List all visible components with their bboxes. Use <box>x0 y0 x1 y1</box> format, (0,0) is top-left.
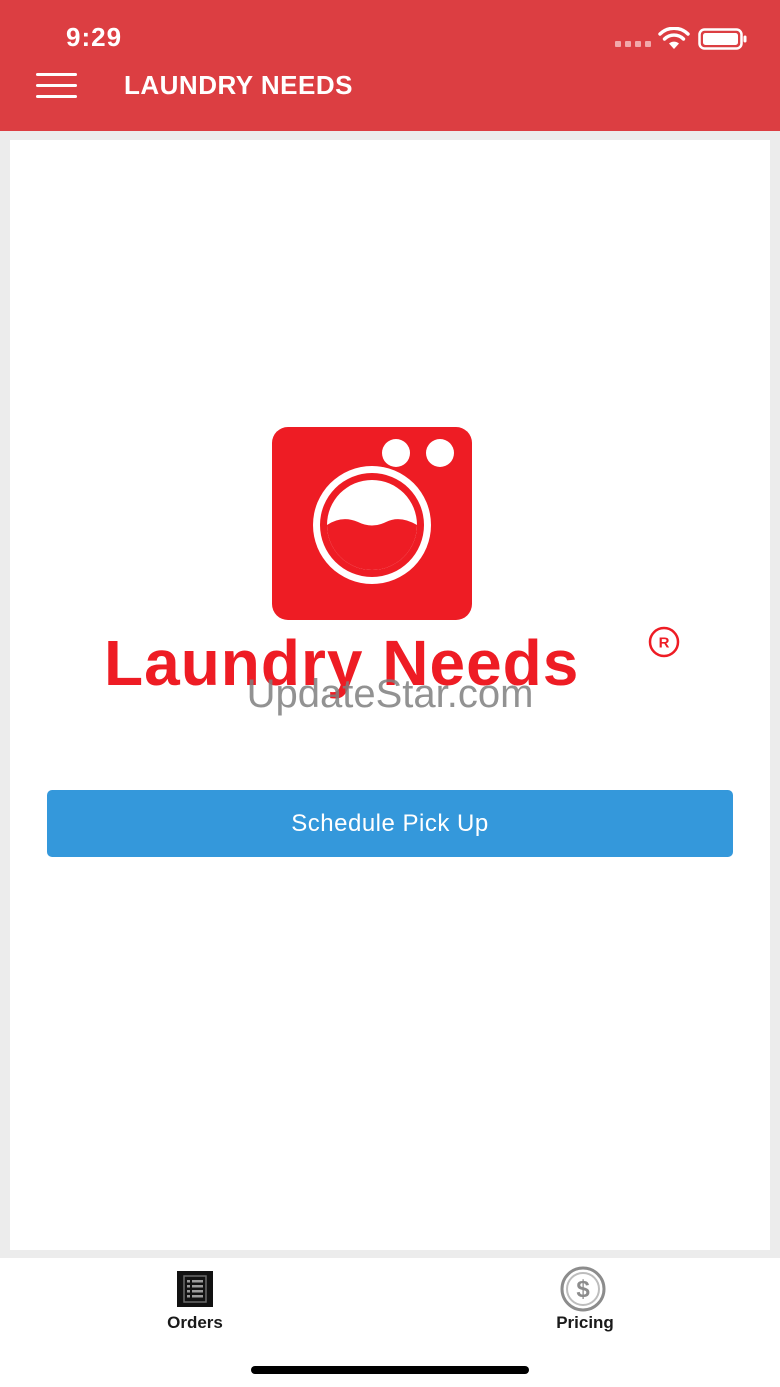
home-indicator[interactable] <box>251 1366 529 1374</box>
registered-trademark-icon: R <box>648 626 680 658</box>
hamburger-menu-icon[interactable] <box>36 70 78 100</box>
svg-text:$: $ <box>576 1276 590 1303</box>
page-title: LAUNDRY NEEDS <box>124 70 353 100</box>
orders-list-icon <box>177 1271 213 1307</box>
wifi-icon <box>658 27 690 49</box>
watermark-text: UpdateStar.com <box>246 672 534 716</box>
svg-text:R: R <box>659 635 670 652</box>
washing-machine-icon <box>272 427 472 620</box>
schedule-pickup-button[interactable]: Schedule Pick Up <box>47 790 733 857</box>
top-bar: 9:29 LAUNDRY NEEDS <box>0 0 780 131</box>
status-time: 9:29 <box>66 22 123 52</box>
dollar-icon: $ <box>560 1266 606 1312</box>
tab-pricing[interactable]: $ Pricing <box>390 1258 780 1358</box>
tab-orders-label: Orders <box>167 1313 223 1332</box>
tab-pricing-label: Pricing <box>556 1313 614 1332</box>
tab-orders[interactable]: Orders <box>0 1258 390 1358</box>
battery-icon <box>698 28 747 50</box>
app-screen: 9:29 LAUNDRY NEEDS Laundry Needs R Updat… <box>0 0 780 1387</box>
cellular-signal-icon <box>615 41 651 47</box>
